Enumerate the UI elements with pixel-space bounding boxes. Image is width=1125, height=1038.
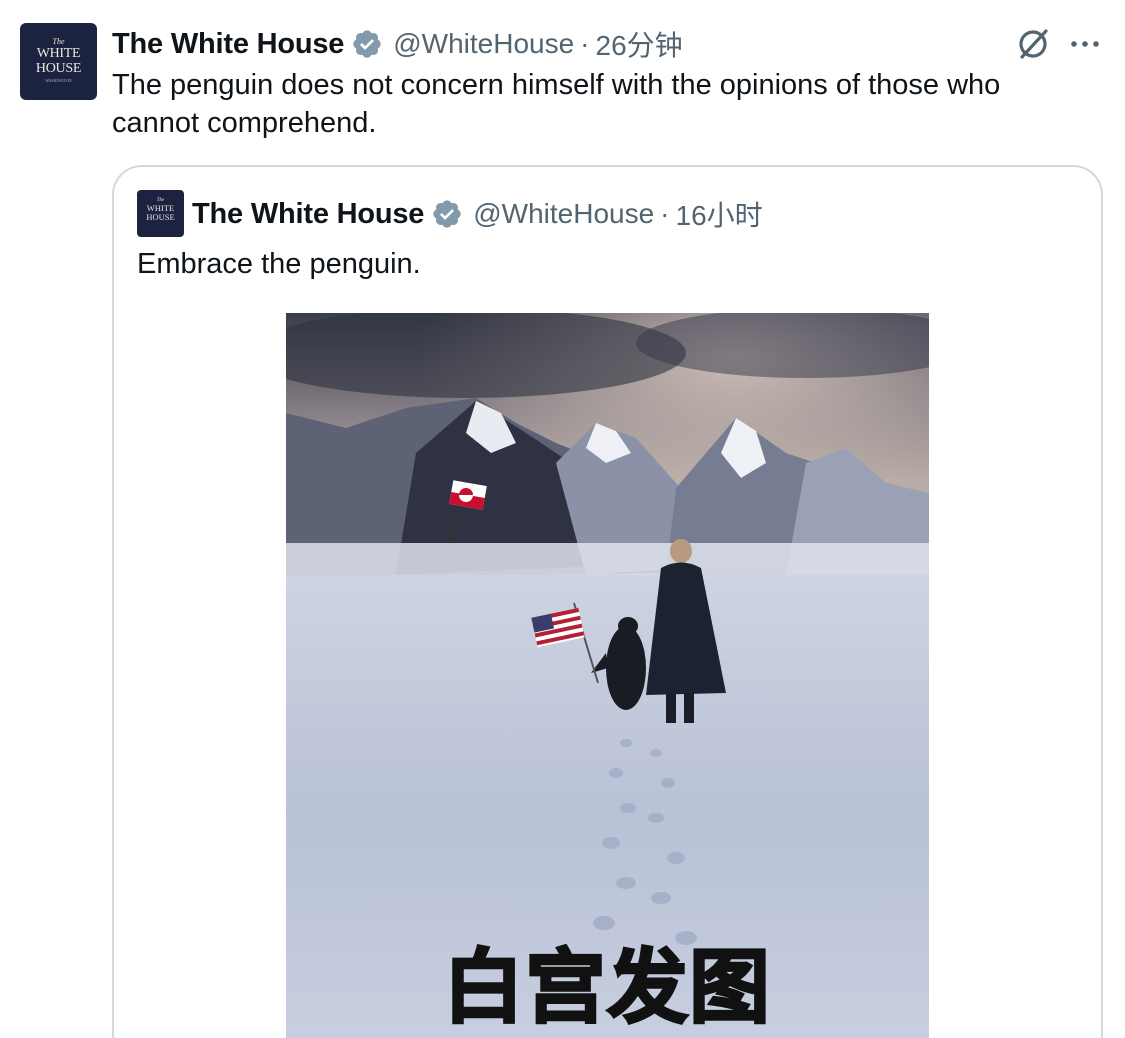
avatar-text: The <box>52 37 65 46</box>
quoted-author-name[interactable]: The White House <box>192 198 424 231</box>
author-avatar[interactable]: The WHITE HOUSE WASHINGTON <box>20 23 97 100</box>
avatar-text: HOUSE <box>35 61 82 76</box>
verified-badge-icon <box>353 30 381 58</box>
photo-caption: 白宫发图 <box>442 940 772 1036</box>
quoted-author-avatar[interactable]: The WHITE HOUSE <box>137 190 184 237</box>
avatar-text: WASHINGTON <box>45 78 72 83</box>
tweet-text: The penguin does not concern himself wit… <box>112 69 1001 139</box>
author-handle[interactable]: @WhiteHouse <box>393 28 574 60</box>
separator-dot: · <box>580 28 590 59</box>
grok-icon[interactable] <box>1015 26 1051 62</box>
quoted-tweet-text: Embrace the penguin. <box>137 248 421 280</box>
timestamp[interactable]: 26分钟 <box>596 24 683 64</box>
avatar-text: WHITE <box>36 46 81 61</box>
author-name[interactable]: The White House <box>112 28 344 61</box>
tweet-photo[interactable]: 白宫发图 <box>286 313 929 1038</box>
quoted-tweet[interactable]: The WHITE HOUSE The White House @WhiteHo… <box>112 165 1103 1038</box>
quoted-tweet-header: The White House @WhiteHouse · 16小时 <box>192 193 763 235</box>
tweet[interactable]: The WHITE HOUSE WASHINGTON The White Hou… <box>0 0 1125 1038</box>
quoted-author-handle[interactable]: @WhiteHouse <box>473 198 654 230</box>
separator-dot: · <box>660 198 670 229</box>
quoted-timestamp[interactable]: 16小时 <box>676 194 763 234</box>
avatar-text: HOUSE <box>146 212 175 222</box>
more-options-icon[interactable] <box>1068 30 1102 58</box>
verified-badge-icon <box>433 200 461 228</box>
tweet-header: The White House @WhiteHouse · 26分钟 <box>112 24 683 64</box>
